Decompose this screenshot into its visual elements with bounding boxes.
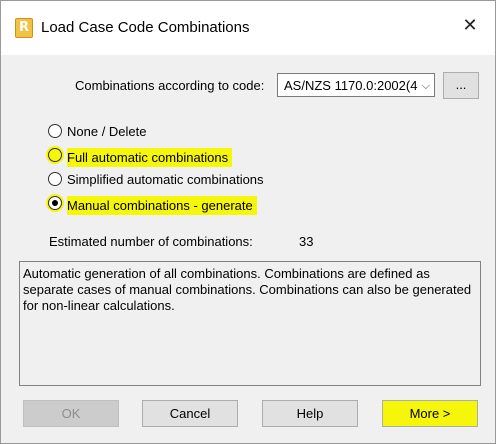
robot-app-icon	[15, 18, 33, 38]
dialog-window: Load Case Code Combinations ✕ Combinatio…	[0, 0, 496, 444]
ok-button[interactable]: OK	[23, 400, 119, 427]
cancel-button[interactable]: Cancel	[142, 400, 238, 427]
browse-code-button[interactable]: ...	[443, 72, 479, 99]
code-label: Combinations according to code:	[75, 78, 265, 93]
title-bar: Load Case Code Combinations ✕	[1, 1, 495, 55]
radio-label: Full automatic combinations	[67, 148, 233, 167]
more-button[interactable]: More >	[382, 400, 478, 427]
radio-label: None / Delete	[67, 124, 147, 139]
help-button[interactable]: Help	[262, 400, 358, 427]
chevron-down-icon: ⌵	[421, 79, 430, 92]
dialog-title: Load Case Code Combinations	[41, 19, 250, 36]
radio-label: Simplified automatic combinations	[67, 172, 264, 187]
code-select[interactable]: AS/NZS 1170.0:2002(4 ⌵	[277, 73, 435, 97]
code-select-value: AS/NZS 1170.0:2002(4	[284, 78, 418, 93]
estimate-label: Estimated number of combinations:	[49, 234, 253, 249]
radio-label: Manual combinations - generate	[67, 196, 257, 215]
close-icon[interactable]: ✕	[459, 15, 481, 37]
estimate-value: 33	[299, 234, 314, 249]
radio-circle[interactable]	[48, 148, 62, 162]
radio-circle[interactable]	[48, 124, 62, 138]
description-box: Automatic generation of all combinations…	[19, 261, 481, 386]
radio-circle-selected[interactable]	[48, 196, 62, 210]
radio-circle[interactable]	[48, 172, 62, 186]
